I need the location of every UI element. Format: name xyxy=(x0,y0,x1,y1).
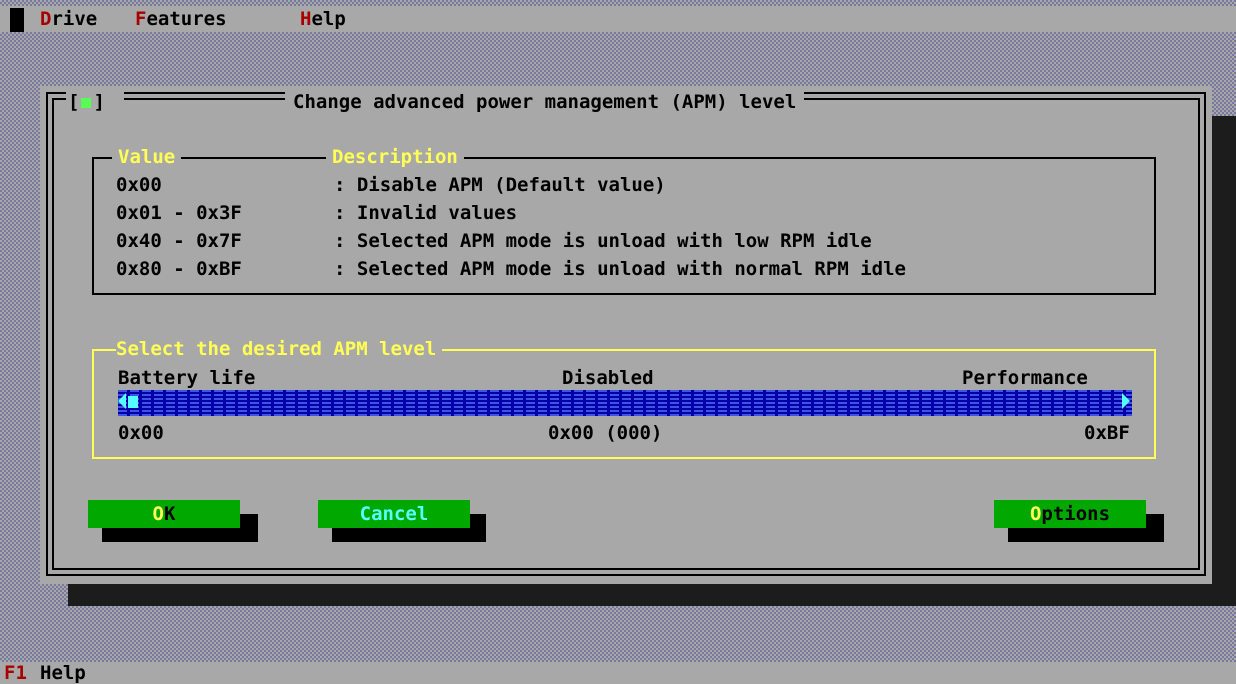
label-disabled: Disabled xyxy=(562,367,654,389)
table-row-description: : Disable APM (Default value) xyxy=(334,174,666,196)
ok-label: K xyxy=(164,503,176,525)
close-bracket-left: [ xyxy=(68,91,80,113)
close-icon xyxy=(81,97,92,108)
header-description: Description xyxy=(326,146,464,168)
status-bar: F1 Help xyxy=(0,662,1236,684)
menu-drive-hotkey: D xyxy=(40,8,52,30)
close-button[interactable]: [] xyxy=(68,90,105,114)
table-row-description: : Invalid values xyxy=(334,202,518,224)
table-row-value: 0x00 xyxy=(116,174,162,196)
label-performance: Performance xyxy=(962,367,1088,389)
dialog-title: Change advanced power management (APM) l… xyxy=(285,90,805,114)
ok-hotkey: O xyxy=(152,503,164,525)
table-row-value: 0x01 - 0x3F xyxy=(116,202,242,224)
slider-left-arrow-icon[interactable] xyxy=(118,393,126,409)
table-row-description: : Selected APM mode is unload with norma… xyxy=(334,258,906,280)
table-row-value: 0x80 - 0xBF xyxy=(116,258,242,280)
menu-help-label: elp xyxy=(311,8,346,30)
dialog-shadow-bottom xyxy=(68,582,1236,606)
menu-drive[interactable]: Drive xyxy=(40,8,97,30)
slider-min-value: 0x00 xyxy=(118,422,164,444)
status-key-f1[interactable]: F1 xyxy=(4,662,27,684)
slider-right-arrow-icon[interactable] xyxy=(1122,393,1130,409)
dialog-shadow-right xyxy=(1210,116,1236,606)
options-label: ptions xyxy=(1041,503,1111,525)
options-button[interactable]: Options xyxy=(994,500,1146,528)
slider-thumb[interactable] xyxy=(128,396,138,408)
menu-features-label: eatures xyxy=(146,8,227,30)
apm-level-slider[interactable] xyxy=(118,390,1132,416)
label-battery-life: Battery life xyxy=(118,367,256,389)
options-hotkey: O xyxy=(1029,503,1042,525)
menu-help[interactable]: Help xyxy=(300,8,346,30)
close-bracket-right: ] xyxy=(93,91,105,113)
slider-max-value: 0xBF xyxy=(1084,422,1130,444)
apm-level-legend: Select the desired APM level xyxy=(116,338,443,360)
table-row-description: : Selected APM mode is unload with low R… xyxy=(334,230,872,252)
menu-bar: Drive Features Help xyxy=(0,6,1236,32)
cancel-button[interactable]: Cancel xyxy=(318,500,470,528)
menu-features[interactable]: Features xyxy=(135,8,227,30)
menu-help-hotkey: H xyxy=(300,8,312,30)
ok-button[interactable]: OK xyxy=(88,500,240,528)
slider-current-value: 0x00 (000) xyxy=(548,422,663,444)
menu-drive-label: rive xyxy=(51,8,98,30)
status-help-label: Help xyxy=(40,662,86,684)
header-value: Value xyxy=(112,146,182,168)
menu-cursor xyxy=(10,8,24,32)
menu-features-hotkey: F xyxy=(135,8,147,30)
table-row-value: 0x40 - 0x7F xyxy=(116,230,242,252)
